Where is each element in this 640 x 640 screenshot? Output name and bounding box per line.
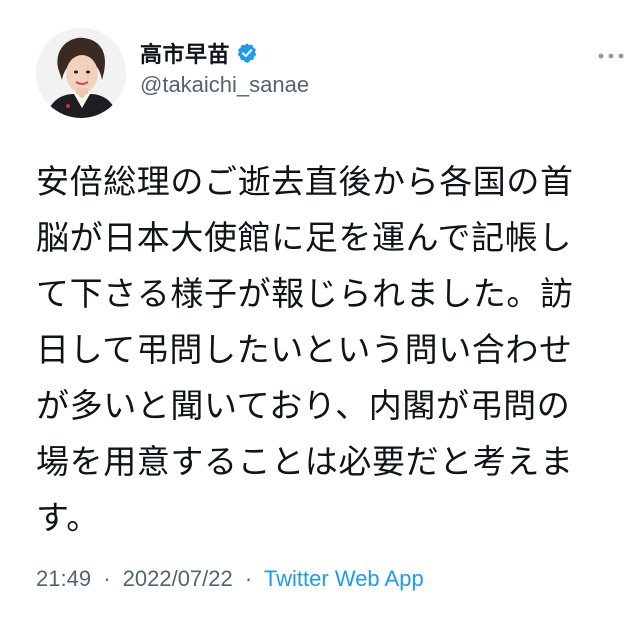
more-dots-icon[interactable] bbox=[596, 46, 626, 66]
tweet-metadata: 21:49 · 2022/07/22 · Twitter Web App bbox=[36, 566, 424, 592]
tweet-card: 高市早苗 @takaichi_sanae 安倍総理のご逝去直後から各国の首 脳が… bbox=[0, 0, 640, 640]
tweet-header: 高市早苗 @takaichi_sanae bbox=[36, 28, 626, 118]
tweet-text-line: が多いと聞いており、内閣が弔問の bbox=[36, 386, 571, 425]
author-names: 高市早苗 @takaichi_sanae bbox=[140, 38, 309, 98]
tweet-source-link[interactable]: Twitter Web App bbox=[264, 566, 424, 591]
handle[interactable]: @takaichi_sanae bbox=[140, 72, 309, 98]
meta-separator: · bbox=[244, 566, 253, 591]
display-name[interactable]: 高市早苗 bbox=[140, 37, 230, 69]
tweet-text-line: て下さる様子が報じられました。訪 bbox=[36, 274, 574, 313]
tweet-time[interactable]: 21:49 bbox=[36, 566, 91, 591]
display-name-row: 高市早苗 bbox=[140, 38, 309, 68]
tweet-text-line: 日して弔問したいという問い合わせ bbox=[36, 330, 573, 369]
avatar-image bbox=[36, 28, 126, 118]
verified-badge-icon bbox=[236, 42, 258, 64]
tweet-text-line: す。 bbox=[36, 498, 100, 537]
tweet-text-line: 安倍総理のご逝去直後から各国の首 bbox=[36, 162, 574, 201]
tweet-text-line: 場を用意することは必要だと考えま bbox=[36, 442, 574, 481]
tweet-text: 安倍総理のご逝去直後から各国の首 脳が日本大使館に足を運んで記帳し て下さる様子… bbox=[36, 154, 616, 546]
meta-separator: · bbox=[103, 566, 111, 591]
tweet-date[interactable]: 2022/07/22 bbox=[123, 566, 233, 591]
tweet-text-line: 脳が日本大使館に足を運んで記帳し bbox=[36, 218, 572, 257]
avatar[interactable] bbox=[36, 28, 126, 118]
